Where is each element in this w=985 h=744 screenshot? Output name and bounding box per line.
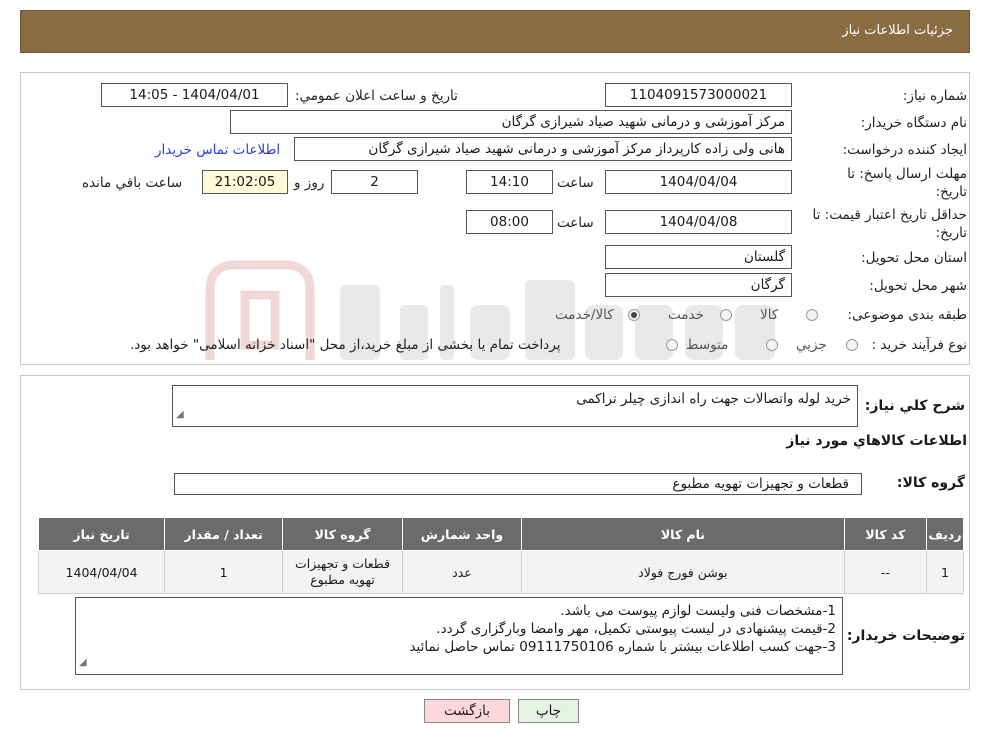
goods-group-label: گروه کالا:	[896, 475, 965, 491]
buyer-note-line-1: 1-مشخصات فنی ولیست لوازم پیوست می باشد.	[560, 603, 836, 619]
print-button[interactable]: چاپ	[518, 699, 579, 723]
need-number-label: شماره نیاز:	[902, 88, 967, 104]
col-need-date: تاريخ نياز	[37, 517, 166, 551]
price-validity-time-label: ساعت	[557, 215, 594, 231]
price-validity-time: 08:00	[466, 210, 553, 234]
col-item-name: نام کالا	[520, 517, 845, 551]
price-validity-label: حداقل تاریخ اعتبار قیمت: تا تاریخ:	[812, 207, 967, 241]
announce-datetime-label: تاریخ و ساعت اعلان عمومي:	[295, 88, 458, 104]
items-title: اطلاعات کالاهاي مورد نياز	[786, 433, 967, 449]
buyer-org-label: نام دستگاه خريدار:	[860, 115, 967, 131]
remaining-time-label: ساعت باقي مانده	[82, 175, 183, 191]
category-label: طبقه بندی موضوعی:	[847, 307, 967, 323]
process-radio-treasury[interactable]	[666, 339, 678, 351]
process-label: نوع فرآيند خريد :	[871, 337, 967, 353]
buyer-contact-link[interactable]: اطلاعات تماس خريدار	[155, 142, 280, 158]
buyer-notes-field[interactable]: 1-مشخصات فنی ولیست لوازم پیوست می باشد. …	[75, 597, 843, 675]
process-option-medium: متوسط	[686, 337, 729, 353]
reply-deadline-time-label: ساعت	[557, 175, 594, 191]
reply-deadline-date: 1404/04/04	[605, 170, 792, 194]
category-option-goods: کالا	[760, 307, 779, 323]
page-header: جزئیات اطلاعات نیاز	[20, 10, 970, 53]
cell-row-no: 1	[925, 550, 965, 594]
cell-goods-group: قطعات و تجهیزات تهویه مطبوع	[282, 550, 403, 594]
resize-grip-icon[interactable]: ◢	[176, 406, 184, 424]
table-header-row: رديف کد کالا نام کالا واحد شمارش گروه کا…	[37, 517, 965, 551]
requester-field: هانی ولی زاده کارپرداز مرکز آموزشی و درم…	[294, 137, 792, 161]
col-quantity: تعداد / مقدار	[164, 517, 284, 551]
cell-need-date: 1404/04/04	[37, 550, 166, 594]
process-note: پرداخت تمام یا بخشی از مبلغ خرید،از محل …	[130, 337, 561, 353]
announce-datetime-field: 1404/04/01 - 14:05	[101, 83, 288, 107]
need-number-field: 1104091573000021	[605, 83, 792, 107]
table-row: 1 -- بوشن فورج فولاد عدد قطعات و تجهیزات…	[37, 550, 965, 594]
remaining-time-field: 21:02:05	[202, 170, 288, 194]
process-radio-medium[interactable]	[766, 339, 778, 351]
resize-grip-icon[interactable]: ◢	[79, 654, 87, 672]
summary-label: شرح کلي نياز:	[864, 398, 965, 414]
process-option-minor: جزيي	[796, 337, 827, 353]
page-title: جزئیات اطلاعات نیاز	[842, 23, 953, 38]
buyer-org-field: مرکز آموزشی و درمانی شهید صیاد شیرازی گر…	[230, 110, 792, 134]
process-radio-minor[interactable]	[846, 339, 858, 351]
province-field: گلستان	[605, 245, 792, 269]
summary-text: خرید لوله واتصالات جهت راه اندازی چیلر ت…	[576, 391, 851, 407]
col-row-no: رديف	[925, 517, 965, 551]
price-validity-date: 1404/04/08	[605, 210, 792, 234]
back-button[interactable]: بازگشت	[424, 699, 510, 723]
category-radio-service[interactable]	[720, 309, 732, 321]
cell-unit: عدد	[402, 550, 522, 594]
col-goods-group: گروه کالا	[282, 517, 403, 551]
reply-days-field: 2	[331, 170, 418, 194]
category-option-goods-service: کالا/خدمت	[555, 307, 614, 323]
category-radio-goods[interactable]	[806, 309, 818, 321]
reply-deadline-label: مهلت ارسال پاسخ: تا تاریخ:	[847, 166, 967, 200]
buyer-note-line-3: 3-جهت کسب اطلاعات بیشتر با شماره 0911175…	[409, 639, 836, 655]
city-label: شهر محل تحويل:	[869, 278, 967, 294]
province-label: استان محل تحويل:	[861, 250, 967, 266]
col-unit: واحد شمارش	[402, 517, 522, 551]
col-item-code: کد کالا	[843, 517, 927, 551]
cell-item-code: --	[843, 550, 927, 594]
buyer-notes-label: توضيحات خريدار:	[846, 628, 965, 644]
cell-item-name: بوشن فورج فولاد	[520, 550, 845, 594]
goods-group-field: قطعات و تجهیزات تهویه مطبوع	[174, 473, 862, 495]
reply-deadline-time: 14:10	[466, 170, 553, 194]
items-table: رديف کد کالا نام کالا واحد شمارش گروه کا…	[37, 517, 965, 594]
reply-days-label: روز و	[294, 175, 325, 191]
requester-label: ايجاد کننده درخواست:	[842, 142, 967, 158]
city-field: گرگان	[605, 273, 792, 297]
category-option-service: خدمت	[668, 307, 704, 323]
category-radio-goods-service[interactable]	[628, 309, 640, 321]
summary-field[interactable]: خرید لوله واتصالات جهت راه اندازی چیلر ت…	[172, 385, 858, 427]
buyer-note-line-2: 2-قیمت پیشنهادی در لیست پیوستی تکمیل، مه…	[436, 621, 836, 637]
cell-quantity: 1	[164, 550, 284, 594]
